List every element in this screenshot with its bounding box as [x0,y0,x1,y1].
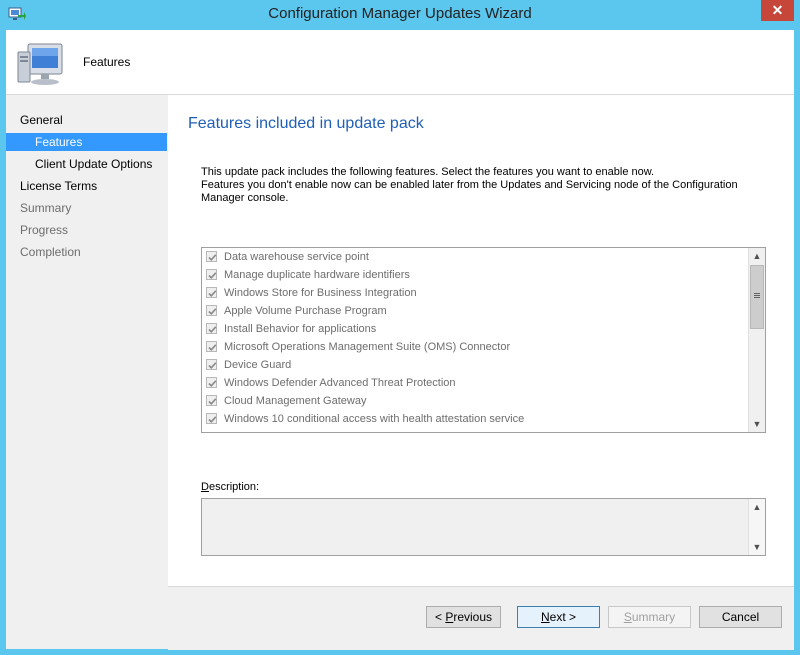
list-item[interactable]: Cloud Management Gateway [202,392,746,410]
header-title: Features [83,55,131,69]
description-label-rest: escription: [208,481,260,493]
scroll-thumb[interactable] [750,265,764,329]
nav-item-features[interactable]: Features [6,133,167,151]
previous-button[interactable]: < Previous [426,606,501,628]
feature-label: Windows 10 conditional access with healt… [224,413,525,425]
intro-line-2: Features you don't enable now can be ena… [201,179,738,204]
description-label: Description: [201,481,259,493]
feature-label: Manage duplicate hardware identifiers [224,269,410,281]
nav-item-summary: Summary [20,201,72,215]
intro-text: This update pack includes the following … [201,166,741,205]
previous-label: revious [453,610,493,624]
feature-label: Windows Defender Advanced Threat Protect… [224,377,456,389]
wizard-header: Features [6,30,794,95]
features-list-scrollbar[interactable]: ▲ ▼ [748,248,765,432]
list-item[interactable]: Microsoft Operations Management Suite (O… [202,338,746,356]
computer-icon [14,38,70,88]
next-label: ext > [549,610,577,624]
summary-accesskey: S [623,610,632,624]
nav-item-client-update-options[interactable]: Client Update Options [6,155,167,173]
feature-label: Microsoft Operations Management Suite (O… [224,341,511,353]
feature-checkbox[interactable] [206,305,217,316]
next-accesskey: N [540,610,550,624]
nav-item-progress: Progress [20,223,69,237]
summary-label: ummary [631,610,676,624]
description-label-accesskey: D [201,481,209,493]
feature-checkbox[interactable] [206,341,217,352]
page-title: Features included in update pack [188,115,424,132]
list-item[interactable]: Data warehouse service point [202,248,746,266]
window-title: Configuration Manager Updates Wizard [268,5,532,22]
feature-checkbox[interactable] [206,251,217,262]
wizard-client-area: Features General Features Client Update … [6,30,794,650]
description-box[interactable]: ▲ ▼ [201,498,766,556]
grip-icon [754,293,760,294]
list-item[interactable]: Apple Volume Purchase Program [202,302,746,320]
nav-item-general[interactable]: General [6,111,167,129]
scroll-up-icon[interactable]: ▲ [749,248,765,264]
scroll-down-icon[interactable]: ▼ [749,416,765,432]
list-item[interactable]: Device Guard [202,356,746,374]
cancel-button[interactable]: Cancel [699,606,782,628]
list-item[interactable]: Windows Store for Business Integration [202,284,746,302]
scroll-down-icon[interactable]: ▼ [749,539,765,555]
description-scrollbar[interactable]: ▲ ▼ [748,499,765,555]
feature-label: Device Guard [224,359,292,371]
intro-line-1: This update pack includes the following … [201,166,655,178]
nav-item-license-terms[interactable]: License Terms [6,177,167,195]
feature-checkbox[interactable] [206,395,217,406]
feature-label: Install Behavior for applications [224,323,377,335]
feature-label: Apple Volume Purchase Program [224,305,387,317]
feature-checkbox[interactable] [206,377,217,388]
feature-label: Cloud Management Gateway [224,395,367,407]
wizard-window: Configuration Manager Updates Wizard ✕ F… [0,0,800,655]
features-list[interactable]: Data warehouse service point Manage dupli… [201,247,766,433]
feature-checkbox[interactable] [206,287,217,298]
list-item[interactable]: Install Behavior for applications [202,320,746,338]
wizard-footer: < Previous Next > Summary Cancel [168,586,794,650]
wizard-nav: General Features Client Update Options L… [6,95,167,649]
feature-checkbox[interactable] [206,323,217,334]
list-item[interactable]: Windows Defender Advanced Threat Protect… [202,374,746,392]
feature-label: Data warehouse service point [224,251,369,263]
feature-checkbox[interactable] [206,359,217,370]
feature-label: Windows Store for Business Integration [224,287,417,299]
title-bar[interactable]: Configuration Manager Updates Wizard ✕ [0,0,800,30]
feature-checkbox[interactable] [206,269,217,280]
list-item[interactable]: Manage duplicate hardware identifiers [202,266,746,284]
feature-checkbox[interactable] [206,413,217,424]
next-button[interactable]: Next > [517,606,600,628]
main-panel: Features included in update pack This up… [168,95,794,650]
scroll-up-icon[interactable]: ▲ [749,499,765,515]
close-button[interactable]: ✕ [761,0,794,21]
list-item[interactable]: Windows 10 conditional access with healt… [202,410,746,428]
nav-item-completion: Completion [20,245,81,259]
summary-button: Summary [608,606,691,628]
